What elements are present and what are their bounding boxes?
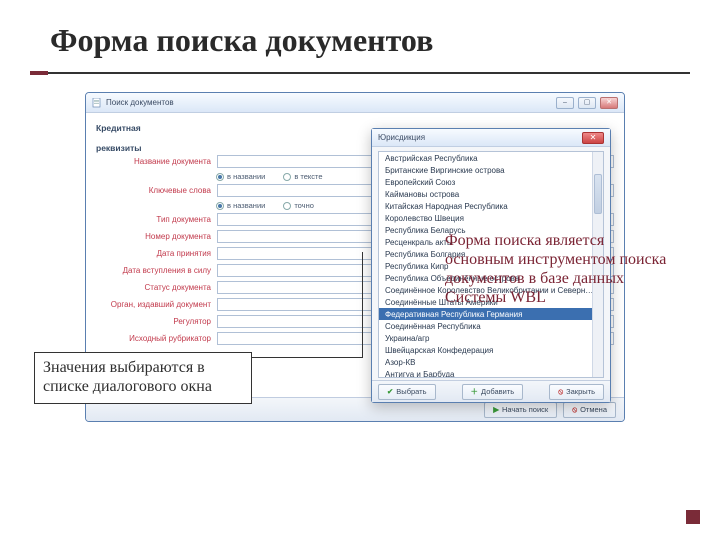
plus-icon: ＋ (471, 386, 479, 397)
close-button[interactable]: ✕ (600, 97, 618, 109)
callout-pointer (252, 357, 362, 358)
start-search-button[interactable]: ▶Начать поиск (484, 402, 557, 418)
list-item[interactable]: Австрийская Республика (379, 152, 603, 164)
list-item[interactable]: Швейцарская Конфедерация (379, 344, 603, 356)
label-source: Исходный рубрикатор (96, 334, 211, 343)
close-icon: ⦸ (558, 387, 563, 397)
dialog-titlebar[interactable]: Юрисдикция ✕ (372, 129, 610, 147)
label-doctype: Тип документа (96, 215, 211, 224)
list-item[interactable]: Каймановы острова (379, 188, 603, 200)
label-organ: Орган, издавший документ (96, 300, 211, 309)
cancel-button[interactable]: ⦸Отмена (563, 402, 616, 418)
label-status: Статус документа (96, 283, 211, 292)
radio-opt1[interactable]: в названии (216, 172, 265, 181)
list-item[interactable]: Федеративная Республика Германия (379, 308, 603, 320)
label-keywords: Ключевые слова (96, 186, 211, 195)
list-item[interactable]: Европейский Союз (379, 176, 603, 188)
list-item[interactable]: Азор-КВ (379, 356, 603, 368)
callout-right: Форма поиска является основным инструмен… (445, 232, 677, 308)
radio-opt2[interactable]: в тексте (283, 172, 322, 181)
search-icon: ▶ (493, 405, 499, 414)
dialog-bottom-bar: ✔Выбрать ＋Добавить ⦸Закрыть (372, 380, 610, 402)
slide-title: Форма поиска документов (50, 22, 433, 59)
list-item[interactable]: Украина/агр (379, 332, 603, 344)
radio-opt1b[interactable]: в названии (216, 201, 265, 210)
title-underline (30, 72, 690, 74)
label-date-accept: Дата принятия (96, 249, 211, 258)
list-item[interactable]: Антигуа и Барбуда (379, 368, 603, 378)
list-item[interactable]: Британские Виргинские острова (379, 164, 603, 176)
document-icon (92, 98, 102, 108)
corner-accent (686, 510, 700, 524)
minimize-button[interactable]: – (556, 97, 574, 109)
list-item[interactable]: Королевство Швеция (379, 212, 603, 224)
window-titlebar[interactable]: Поиск документов – ▢ ✕ (86, 93, 624, 113)
callout-left: Значения выбираются в списке диалогового… (34, 352, 252, 404)
dialog-title-text: Юрисдикция (378, 133, 425, 142)
title-accent (30, 71, 48, 75)
scrollbar-thumb[interactable] (594, 174, 602, 214)
maximize-button[interactable]: ▢ (578, 97, 596, 109)
label-date-force: Дата вступления в силу (96, 266, 211, 275)
window-title-text: Поиск документов (106, 98, 174, 107)
dialog-add-button[interactable]: ＋Добавить (462, 384, 524, 400)
list-item[interactable]: Китайская Народная Республика (379, 200, 603, 212)
check-icon: ✔ (387, 387, 393, 396)
label-regulator: Регулятор (96, 317, 211, 326)
dialog-close-button[interactable]: ✕ (582, 132, 604, 144)
label-docnum: Номер документа (96, 232, 211, 241)
dialog-select-button[interactable]: ✔Выбрать (378, 384, 436, 400)
callout-pointer-v (362, 252, 363, 358)
radio-opt3[interactable]: точно (283, 201, 314, 210)
dialog-close-button-2[interactable]: ⦸Закрыть (549, 384, 604, 400)
list-item[interactable]: Соединённая Республика (379, 320, 603, 332)
label-name: Название документа (96, 157, 211, 166)
close-icon: ⦸ (572, 405, 577, 415)
